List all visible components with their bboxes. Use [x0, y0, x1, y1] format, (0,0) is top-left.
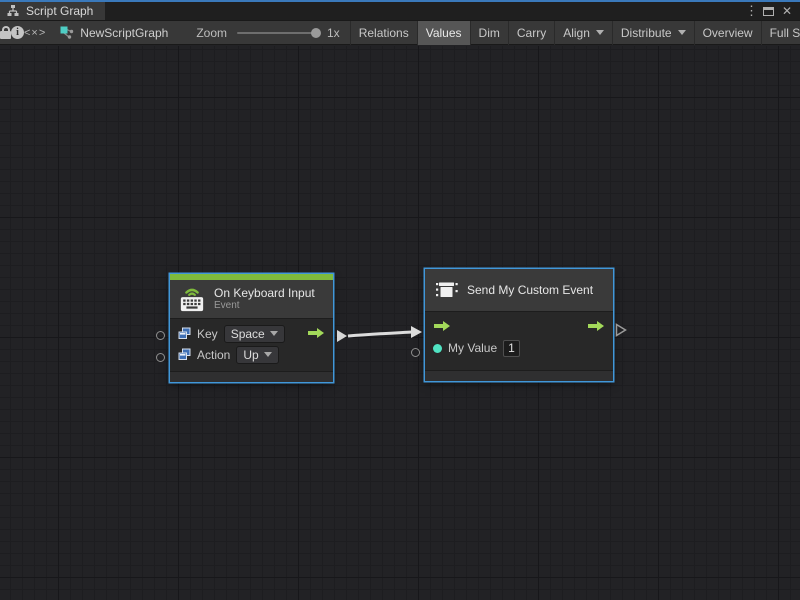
graph-canvas[interactable]: On Keyboard Input Event Key Space — [0, 46, 800, 600]
zoom-control: Zoom 1x — [196, 26, 345, 40]
zoom-label: Zoom — [196, 26, 227, 40]
node-footer — [170, 371, 333, 382]
action-dropdown[interactable]: Up — [236, 346, 278, 364]
graph-hierarchy-icon — [6, 4, 20, 18]
zoom-slider[interactable] — [237, 32, 319, 34]
node-titles: On Keyboard Input Event — [214, 286, 315, 312]
my-value-input[interactable]: 1 — [503, 340, 520, 357]
relations-button[interactable]: Relations — [351, 21, 418, 45]
graph-asset-icon — [60, 26, 74, 40]
value-input-port[interactable] — [433, 344, 442, 353]
keyboard-icon — [178, 286, 206, 312]
values-button[interactable]: Values — [418, 21, 471, 45]
key-external-port[interactable] — [156, 331, 165, 340]
node-body: Key Space Action — [170, 318, 333, 371]
graph-asset-breadcrumb[interactable]: NewScriptGraph — [60, 26, 168, 40]
kebab-menu-icon[interactable]: ⋮ — [745, 3, 757, 19]
port-label: Key — [197, 327, 218, 341]
zoom-value: 1x — [327, 26, 340, 40]
port-label: Action — [197, 348, 230, 362]
zoom-reset-button[interactable]: <×> — [24, 21, 46, 45]
literal-input-icon — [178, 327, 191, 340]
graph-asset-name: NewScriptGraph — [80, 26, 168, 40]
literal-input-icon — [178, 348, 191, 361]
flow-connection-wire[interactable] — [348, 332, 412, 336]
custom-event-icon — [435, 278, 459, 302]
node-footer — [425, 370, 613, 381]
chevron-down-icon — [264, 352, 272, 357]
chevron-down-icon — [596, 30, 604, 35]
info-button[interactable]: i — [11, 21, 24, 45]
node-subtitle: Event — [214, 300, 315, 312]
node-body: My Value 1 — [425, 311, 613, 370]
overview-button[interactable]: Overview — [695, 21, 762, 45]
carry-button[interactable]: Carry — [509, 21, 555, 45]
tab-title: Script Graph — [26, 4, 93, 18]
trigger-output-port[interactable] — [307, 327, 325, 339]
distribute-dropdown-button[interactable]: Distribute — [613, 21, 695, 45]
window-controls: ⋮ ✕ — [745, 2, 800, 20]
full-screen-button[interactable]: Full Screen — [762, 21, 800, 45]
trigger-out-external-port[interactable] — [337, 330, 347, 342]
close-icon[interactable]: ✕ — [780, 4, 794, 18]
lock-icon — [0, 26, 11, 39]
trigger-row — [425, 316, 613, 336]
port-row-action: Action Up — [170, 344, 333, 365]
zoom-slider-handle[interactable] — [311, 28, 321, 38]
toolbar-toggle-group: Relations Values Dim Carry Align Distrib… — [350, 21, 800, 45]
node-header[interactable]: On Keyboard Input Event — [170, 280, 333, 318]
script-graph-window: Script Graph ⋮ ✕ i <×> — [0, 0, 800, 600]
trigger-output-port[interactable] — [587, 320, 605, 332]
wire-layer — [0, 46, 800, 600]
tab-row: Script Graph ⋮ ✕ — [0, 2, 800, 21]
trigger-input-port[interactable] — [433, 320, 451, 332]
align-dropdown-button[interactable]: Align — [555, 21, 613, 45]
trigger-out-external-port[interactable] — [615, 323, 627, 337]
key-dropdown[interactable]: Space — [224, 325, 285, 343]
wire-arrowhead — [411, 326, 422, 338]
dim-button[interactable]: Dim — [471, 21, 509, 45]
port-row-my-value: My Value 1 — [425, 336, 613, 360]
node-title: Send My Custom Event — [467, 283, 593, 297]
info-icon: i — [11, 26, 24, 39]
tab-script-graph[interactable]: Script Graph — [0, 2, 105, 20]
chevron-down-icon — [678, 30, 686, 35]
node-header[interactable]: Send My Custom Event — [425, 269, 613, 311]
my-value-external-port[interactable] — [411, 348, 420, 357]
graph-toolbar: i <×> NewScriptGraph Zoom 1x Relations — [0, 21, 800, 45]
node-on-keyboard-input[interactable]: On Keyboard Input Event Key Space — [170, 274, 333, 382]
port-label: My Value — [448, 341, 497, 355]
code-icon: <×> — [24, 27, 46, 39]
chevron-down-icon — [270, 331, 278, 336]
node-send-my-custom-event[interactable]: Send My Custom Event My Value 1 — [425, 269, 613, 381]
lock-button[interactable] — [0, 21, 11, 45]
port-row-key: Key Space — [170, 323, 333, 344]
node-title: On Keyboard Input — [214, 286, 315, 300]
maximize-icon[interactable] — [763, 7, 774, 16]
action-external-port[interactable] — [156, 353, 165, 362]
